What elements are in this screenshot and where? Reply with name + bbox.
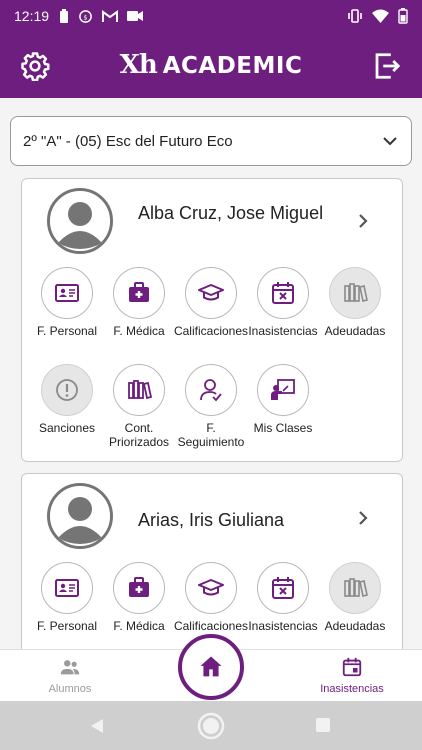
user-avatar-icon — [50, 486, 110, 546]
avatar — [47, 483, 113, 549]
id-card-icon — [55, 579, 79, 597]
brand-mark: Xh — [119, 50, 158, 80]
calendar-icon — [342, 657, 362, 677]
home-icon — [200, 656, 222, 677]
menu-item-label: Mis Clases — [253, 421, 313, 435]
student-name[interactable]: Arias, Iris Giuliana — [138, 509, 338, 531]
nav-students[interactable]: Alumnos — [20, 656, 120, 695]
chevron-down-icon — [383, 137, 397, 146]
menu-item-label: F. Personal — [36, 619, 98, 633]
menu-item-label: F. Personal — [36, 324, 98, 338]
menu-item-absences[interactable]: Inasistencias — [245, 562, 321, 633]
menu-item-label: F. Médica — [113, 619, 165, 633]
system-home-icon[interactable] — [197, 712, 225, 740]
menu-item-grades[interactable]: Calificaciones — [173, 562, 249, 633]
books-icon — [344, 578, 368, 597]
gmail-icon — [102, 9, 119, 22]
menu-item-label: Adeudadas — [324, 619, 386, 633]
menu-item-grades[interactable]: Calificaciones — [173, 267, 249, 338]
group-icon — [60, 660, 80, 675]
nav-absences-label: Inasistencias — [320, 683, 384, 695]
student-card: Alba Cruz, Jose Miguel F. Personal F. Mé… — [21, 178, 403, 462]
system-nav-bar — [0, 701, 422, 750]
menu-item-label: Adeudadas — [324, 324, 386, 338]
alert-icon — [56, 379, 78, 401]
menu-item-label: F. Médica — [113, 324, 165, 338]
menu-item-absences[interactable]: Inasistencias — [245, 267, 321, 338]
menu-item-owed[interactable]: Adeudadas — [317, 267, 393, 338]
home-button[interactable] — [178, 634, 244, 700]
chevron-right-icon[interactable] — [356, 212, 370, 230]
back-icon[interactable] — [88, 717, 106, 735]
id-card-icon — [55, 284, 79, 302]
app-logo: Xh ACADEMIC — [120, 50, 303, 80]
menu-item-label: Calificaciones — [173, 619, 249, 633]
course-selector-value: 2º "A" - (05) Esc del Futuro Eco — [23, 132, 233, 150]
battery-alert-icon — [60, 8, 69, 23]
books-icon — [344, 283, 368, 302]
status-time: 12:19 — [14, 8, 50, 24]
brand-name: ACADEMIC — [162, 53, 303, 79]
wifi-icon — [372, 9, 389, 23]
menu-item-medical[interactable]: F. Médica — [101, 562, 177, 633]
menu-item-prioritized[interactable]: Cont. Priorizados — [101, 364, 177, 449]
nav-students-label: Alumnos — [48, 683, 92, 695]
graduation-cap-icon — [198, 579, 224, 596]
graduation-cap-icon — [198, 284, 224, 301]
student-name[interactable]: Alba Cruz, Jose Miguel — [138, 202, 338, 224]
menu-item-label: F. Seguimiento — [177, 421, 245, 449]
menu-item-medical[interactable]: F. Médica — [101, 267, 177, 338]
menu-item-label: Cont. Priorizados — [108, 421, 170, 449]
menu-item-personal[interactable]: F. Personal — [29, 267, 105, 338]
video-icon — [127, 11, 144, 21]
menu-item-label: Inasistencias — [248, 619, 318, 633]
teacher-board-icon — [271, 379, 295, 400]
user-avatar-icon — [50, 191, 110, 251]
logout-icon[interactable] — [372, 51, 402, 81]
course-selector[interactable]: 2º "A" - (05) Esc del Futuro Eco — [10, 116, 412, 166]
calendar-x-icon — [272, 282, 294, 304]
menu-item-personal[interactable]: F. Personal — [29, 562, 105, 633]
battery-icon — [398, 8, 408, 24]
calendar-x-icon — [272, 577, 294, 599]
menu-item-sanctions[interactable]: Sanciones — [29, 364, 105, 435]
data-saver-icon: $ — [79, 9, 92, 23]
vibrate-icon — [348, 9, 362, 23]
menu-item-my-classes[interactable]: Mis Clases — [245, 364, 321, 435]
menu-item-tracking[interactable]: F. Seguimiento — [173, 364, 249, 449]
gear-icon[interactable] — [20, 51, 50, 81]
menu-item-owed[interactable]: Adeudadas — [317, 562, 393, 633]
chevron-right-icon[interactable] — [356, 509, 370, 527]
medical-kit-icon — [129, 577, 149, 597]
app-bar: Xh ACADEMIC — [0, 32, 422, 98]
avatar — [47, 188, 113, 254]
svg-text:$: $ — [83, 13, 87, 21]
medical-kit-icon — [129, 282, 149, 302]
nav-absences[interactable]: Inasistencias — [302, 656, 402, 695]
recents-icon[interactable] — [315, 717, 331, 733]
books-outline-icon — [128, 380, 152, 400]
status-bar: 12:19 $ — [0, 0, 422, 32]
user-tracking-icon — [200, 379, 222, 402]
menu-item-label: Sanciones — [38, 421, 96, 435]
menu-item-label: Inasistencias — [248, 324, 318, 338]
menu-item-label: Calificaciones — [173, 324, 249, 338]
